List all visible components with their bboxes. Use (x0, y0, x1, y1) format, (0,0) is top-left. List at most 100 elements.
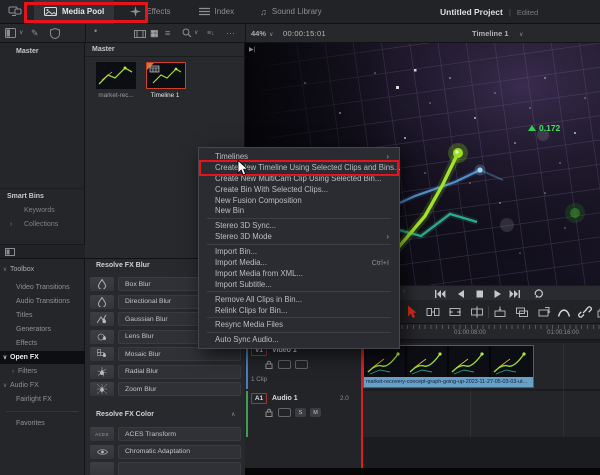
lock-icon[interactable] (265, 360, 273, 369)
clip-name[interactable]: market-rec... (88, 92, 144, 99)
solo-button[interactable]: S (295, 408, 306, 417)
lock-icon[interactable] (265, 408, 273, 417)
smart-bin-collections[interactable]: Collections (24, 221, 58, 228)
overwrite-clip-icon[interactable] (514, 305, 530, 319)
more-options-icon[interactable]: ··· (226, 27, 235, 40)
list-view-icon[interactable]: ≡ (165, 27, 170, 40)
menu-item-create-bin-with-selected[interactable]: Create Bin With Selected Clips... (199, 184, 399, 195)
menu-item-import-subtitle[interactable]: Import Subtitle... (199, 279, 399, 290)
grid-view-icon[interactable]: ▦ (150, 27, 159, 40)
smart-bins-header[interactable]: Smart Bins (7, 193, 44, 200)
filmstrip-view-icon[interactable] (134, 29, 146, 42)
fx-thumbnail[interactable] (90, 444, 114, 459)
dynamic-trim-icon[interactable] (447, 305, 463, 319)
audio-lane[interactable] (362, 391, 600, 437)
fx-thumbnail[interactable] (90, 277, 114, 291)
menu-item-relink-clips[interactable]: Relink Clips for Bin... (199, 305, 399, 316)
tab-index[interactable]: Index (189, 0, 245, 24)
skip-forward-icon[interactable] (509, 288, 521, 299)
menu-separator (207, 217, 391, 219)
nav-toolbox[interactable]: ∨ Toolbox (0, 263, 85, 276)
collapse-icon[interactable]: ∧ (231, 411, 235, 418)
nav-open-fx[interactable]: ∨ Open FX (0, 351, 85, 364)
nav-effects[interactable]: Effects (0, 337, 85, 350)
fx-item-aces-transform[interactable]: ACES Transform (118, 427, 241, 441)
fx-thumbnail[interactable] (90, 382, 114, 396)
fx-item-chromatic-adaptation[interactable]: Chromatic Adaptation (118, 444, 241, 459)
mouse-cursor (237, 160, 249, 176)
nav-titles[interactable]: Titles (0, 309, 85, 322)
zoom-chevron-icon[interactable]: ∨ (269, 29, 273, 42)
auto-select-toggle[interactable] (278, 360, 291, 369)
nav-label: Effects (16, 340, 38, 347)
blade-edit-icon[interactable] (469, 305, 485, 319)
fx-thumbnail[interactable]: ACES (90, 427, 114, 441)
nav-filters[interactable]: › Filters (0, 365, 85, 378)
fx-thumbnail[interactable] (90, 364, 114, 379)
clip-name[interactable]: Timeline 1 (137, 92, 193, 99)
smart-bin-keywords[interactable]: Keywords (24, 207, 55, 214)
menu-item-new-fusion-composition[interactable]: New Fusion Composition (199, 195, 399, 206)
linked-selection-icon[interactable] (577, 305, 593, 319)
menu-item-import-media-from-xml[interactable]: Import Media from XML... (199, 268, 399, 279)
menu-item-resync-media-files[interactable]: Resync Media Files (199, 319, 399, 330)
menu-item-stereo-3d-mode[interactable]: Stereo 3D Mode › (199, 231, 399, 242)
thumb-size-slider[interactable]: • (94, 25, 97, 38)
fx-item-radial-blur[interactable]: Radial Blur (118, 364, 241, 379)
retime-curve-icon[interactable] (556, 305, 572, 319)
timeline-selector[interactable]: Timeline 1 (472, 29, 509, 38)
nav-favorites[interactable]: Favorites (0, 417, 85, 430)
fx-thumbnail[interactable] (90, 312, 114, 326)
nav-fairlight-fx[interactable]: Fairlight FX (0, 393, 85, 406)
menu-item-new-bin[interactable]: New Bin (199, 205, 399, 216)
fx-thumbnail[interactable] (90, 329, 114, 344)
audio-track-id[interactable]: A1 (251, 393, 267, 404)
tab-sound-library[interactable]: ♫ Sound Library (250, 0, 332, 24)
replace-clip-icon[interactable] (536, 305, 552, 319)
fx-thumbnail[interactable] (90, 462, 114, 475)
clip-thumbnail-timeline-1[interactable] (146, 62, 186, 89)
step-back-icon[interactable] (454, 288, 466, 299)
nav-video-transitions[interactable]: Video Transitions (0, 281, 85, 294)
playhead[interactable] (361, 341, 363, 468)
search-chevron-icon[interactable]: ∨ (194, 27, 198, 40)
fx-thumbnail[interactable] (90, 347, 114, 361)
track-monitor-toggle[interactable] (295, 360, 308, 369)
fx-item-zoom-blur[interactable]: Zoom Blur (118, 382, 241, 396)
sort-icon[interactable]: ≡↓ (207, 27, 215, 40)
menu-item-import-media[interactable]: Import Media... Ctrl+I (199, 257, 399, 268)
selection-tool-icon[interactable] (403, 305, 419, 319)
badge-icon[interactable] (50, 27, 60, 43)
nav-audio-transitions[interactable]: Audio Transitions (0, 295, 85, 308)
play-icon[interactable] (491, 288, 503, 299)
clip-thumbnail-market-recovery[interactable] (96, 62, 136, 89)
timeline-selector-chevron-icon[interactable]: ∨ (519, 29, 523, 42)
menu-item-stereo-3d-sync[interactable]: Stereo 3D Sync... (199, 220, 399, 231)
search-icon[interactable] (182, 28, 192, 42)
fx-thumbnail[interactable] (90, 294, 114, 309)
stop-icon[interactable] (473, 288, 485, 299)
skip-back-icon[interactable] (434, 288, 446, 299)
transport-chevron-icon[interactable]: › (403, 288, 405, 295)
panel-toggle-icon[interactable] (5, 28, 16, 42)
panel-chevron-icon[interactable]: ∨ (19, 27, 23, 40)
auto-select-toggle[interactable] (278, 408, 291, 417)
mute-button[interactable]: M (310, 408, 321, 417)
loop-icon[interactable] (532, 288, 544, 299)
nav-audio-fx[interactable]: ∨ Audio FX (0, 379, 85, 392)
bin-master[interactable]: Master (16, 48, 39, 55)
fx-item-partial[interactable] (118, 462, 241, 475)
insert-clip-icon[interactable] (492, 305, 508, 319)
bin-view-icon[interactable] (5, 248, 15, 256)
position-lock-icon[interactable] (594, 305, 600, 319)
collections-chevron-icon[interactable]: › (10, 221, 12, 228)
nav-generators[interactable]: Generators (0, 323, 85, 336)
menu-item-remove-all-clips[interactable]: Remove All Clips in Bin... (199, 294, 399, 305)
timeline-clip-market-recovery[interactable]: market-recovery-concept-graph-going-up-2… (363, 345, 534, 388)
menu-item-import-bin[interactable]: Import Bin... (199, 246, 399, 257)
edit-pen-icon[interactable]: ✎ (31, 27, 39, 40)
fx-section-title: Resolve FX Blur (96, 262, 150, 269)
viewer-zoom-level[interactable]: 44% (251, 29, 266, 38)
trim-edit-mode-icon[interactable] (425, 305, 441, 319)
menu-item-auto-sync-audio[interactable]: Auto Sync Audio... (199, 334, 399, 345)
